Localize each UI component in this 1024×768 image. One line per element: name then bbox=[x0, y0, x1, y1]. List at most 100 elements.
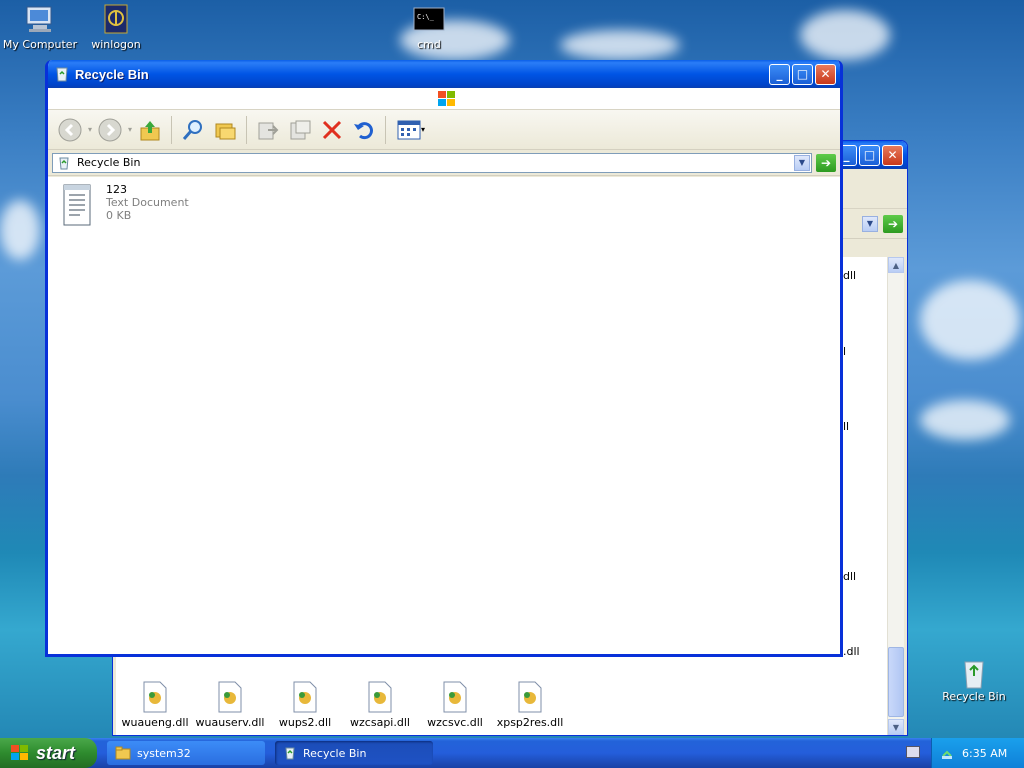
windows-logo-icon bbox=[438, 91, 455, 106]
vertical-scrollbar[interactable]: ▲ ▼ bbox=[887, 257, 904, 735]
file-name: wuaueng.dll bbox=[121, 716, 189, 729]
task-label: system32 bbox=[137, 746, 191, 760]
go-button[interactable]: ➔ bbox=[883, 214, 903, 233]
views-dropdown-icon: ▾ bbox=[421, 125, 426, 134]
desktop-icon-my-computer[interactable]: My Computer bbox=[0, 4, 80, 51]
undo-button[interactable] bbox=[350, 116, 378, 144]
file-name: 123 bbox=[106, 183, 127, 196]
file-name: xpsp2res.dll bbox=[496, 716, 564, 729]
address-field[interactable]: Recycle Bin ▼ bbox=[52, 152, 812, 173]
dll-file-icon bbox=[518, 681, 542, 713]
desktop-icon-cmd[interactable]: C:\_ cmd bbox=[389, 4, 469, 51]
winlogon-icon bbox=[99, 4, 133, 34]
forward-arrow-icon bbox=[98, 118, 122, 141]
forward-dropdown-icon[interactable]: ▾ bbox=[128, 125, 132, 134]
my-computer-icon bbox=[23, 4, 57, 34]
cloud bbox=[920, 400, 1010, 440]
move-to-icon bbox=[258, 122, 279, 139]
address-dropdown-button[interactable]: ▼ bbox=[862, 215, 878, 232]
recycle-bin-titlebar[interactable]: Recycle Bin _ □ ✕ bbox=[48, 60, 840, 88]
file-item[interactable]: wuauserv.dll bbox=[191, 681, 269, 729]
toolbar-separator bbox=[171, 115, 173, 144]
start-button[interactable]: start bbox=[0, 738, 97, 768]
file-name: wuauserv.dll bbox=[195, 716, 265, 729]
desktop-icon-label: Recycle Bin bbox=[942, 690, 1006, 703]
close-button[interactable]: ✕ bbox=[815, 63, 836, 85]
undo-icon bbox=[354, 121, 373, 139]
dll-file-icon bbox=[143, 681, 167, 713]
copy-to-icon bbox=[290, 120, 311, 139]
file-item[interactable]: xpsp2res.dll bbox=[491, 681, 569, 729]
network-icon[interactable] bbox=[940, 746, 954, 760]
recycle-bin-window[interactable]: Recycle Bin _ □ ✕ ▾ ▾ ▾ Recycle Bin ▼ ➔ bbox=[45, 60, 843, 657]
dll-file-icon bbox=[368, 681, 392, 713]
recycle-bin-small-icon bbox=[56, 67, 68, 82]
back-arrow-icon bbox=[58, 118, 82, 141]
cloud bbox=[920, 280, 1020, 360]
back-dropdown-icon[interactable]: ▾ bbox=[88, 125, 92, 134]
up-folder-icon bbox=[140, 120, 160, 140]
file-name-partial: ll bbox=[843, 420, 850, 433]
file-size: 0 KB bbox=[106, 209, 132, 222]
dll-file-icon bbox=[293, 681, 317, 713]
keyboard-icon[interactable] bbox=[906, 746, 920, 758]
file-item[interactable]: wups2.dll bbox=[266, 681, 344, 729]
minimize-button[interactable]: _ bbox=[769, 63, 790, 85]
go-button[interactable]: ➔ bbox=[816, 153, 836, 172]
clock[interactable]: 6:35 AM bbox=[962, 747, 1007, 760]
brand-bar bbox=[48, 88, 840, 110]
text-document-icon bbox=[63, 184, 91, 226]
cmd-icon: C:\_ bbox=[412, 4, 446, 34]
file-item[interactable]: 123 Text Document 0 KB bbox=[60, 183, 189, 227]
file-name-partial: dll bbox=[843, 269, 857, 282]
recycle-bin-small-icon bbox=[285, 747, 295, 760]
address-dropdown-button[interactable]: ▼ bbox=[794, 154, 810, 171]
recycle-bin-icon bbox=[957, 656, 991, 689]
toolbar: ▾ ▾ ▾ bbox=[48, 110, 840, 150]
search-icon bbox=[182, 119, 203, 140]
file-item[interactable]: wuaueng.dll bbox=[116, 681, 194, 729]
file-name: wups2.dll bbox=[278, 716, 332, 729]
folder-icon bbox=[115, 746, 131, 760]
folders-button[interactable] bbox=[211, 116, 239, 144]
toolbar-separator bbox=[385, 115, 387, 144]
folders-icon bbox=[215, 123, 236, 139]
scroll-up-button[interactable]: ▲ bbox=[888, 257, 904, 273]
taskbar-button-recycle-bin[interactable]: Recycle Bin bbox=[275, 741, 433, 765]
address-text: Recycle Bin bbox=[77, 156, 141, 169]
cloud bbox=[560, 30, 680, 60]
views-button[interactable]: ▾ bbox=[393, 116, 429, 144]
file-name-partial: .dll bbox=[843, 645, 860, 658]
maximize-button[interactable]: □ bbox=[859, 144, 880, 166]
taskbar: start system32 Recycle Bin 6:35 AM bbox=[0, 738, 1024, 768]
svg-text:C:\_: C:\_ bbox=[417, 13, 435, 21]
forward-button[interactable] bbox=[96, 116, 124, 144]
search-button[interactable] bbox=[179, 116, 207, 144]
system-tray: 6:35 AM bbox=[931, 738, 1024, 768]
scroll-thumb[interactable] bbox=[888, 647, 904, 717]
task-label: Recycle Bin bbox=[303, 746, 367, 760]
cloud bbox=[800, 10, 890, 60]
file-name: wzcsvc.dll bbox=[427, 716, 483, 729]
up-folder-button[interactable] bbox=[136, 116, 164, 144]
file-item[interactable]: wzcsvc.dll bbox=[416, 681, 494, 729]
start-label: start bbox=[36, 742, 76, 763]
file-item[interactable]: wzcsapi.dll bbox=[341, 681, 419, 729]
file-name-partial: dll bbox=[843, 570, 857, 583]
maximize-button[interactable]: □ bbox=[792, 63, 813, 85]
views-icon bbox=[397, 120, 421, 139]
taskbar-button-system32[interactable]: system32 bbox=[107, 741, 265, 765]
desktop-icon-winlogon[interactable]: winlogon bbox=[76, 4, 156, 51]
scroll-down-button[interactable]: ▼ bbox=[888, 719, 904, 735]
file-list: 123 Text Document 0 KB bbox=[48, 177, 840, 654]
dll-file-icon bbox=[218, 681, 242, 713]
file-type: Text Document bbox=[106, 196, 189, 209]
desktop-icon-label: My Computer bbox=[2, 38, 78, 51]
desktop-icon-recycle-bin[interactable]: Recycle Bin bbox=[934, 656, 1014, 703]
windows-logo-icon bbox=[11, 745, 28, 760]
move-to-button[interactable] bbox=[254, 116, 282, 144]
delete-button[interactable] bbox=[318, 116, 346, 144]
back-button[interactable] bbox=[56, 116, 84, 144]
copy-to-button[interactable] bbox=[286, 116, 314, 144]
close-button[interactable]: ✕ bbox=[882, 144, 903, 166]
